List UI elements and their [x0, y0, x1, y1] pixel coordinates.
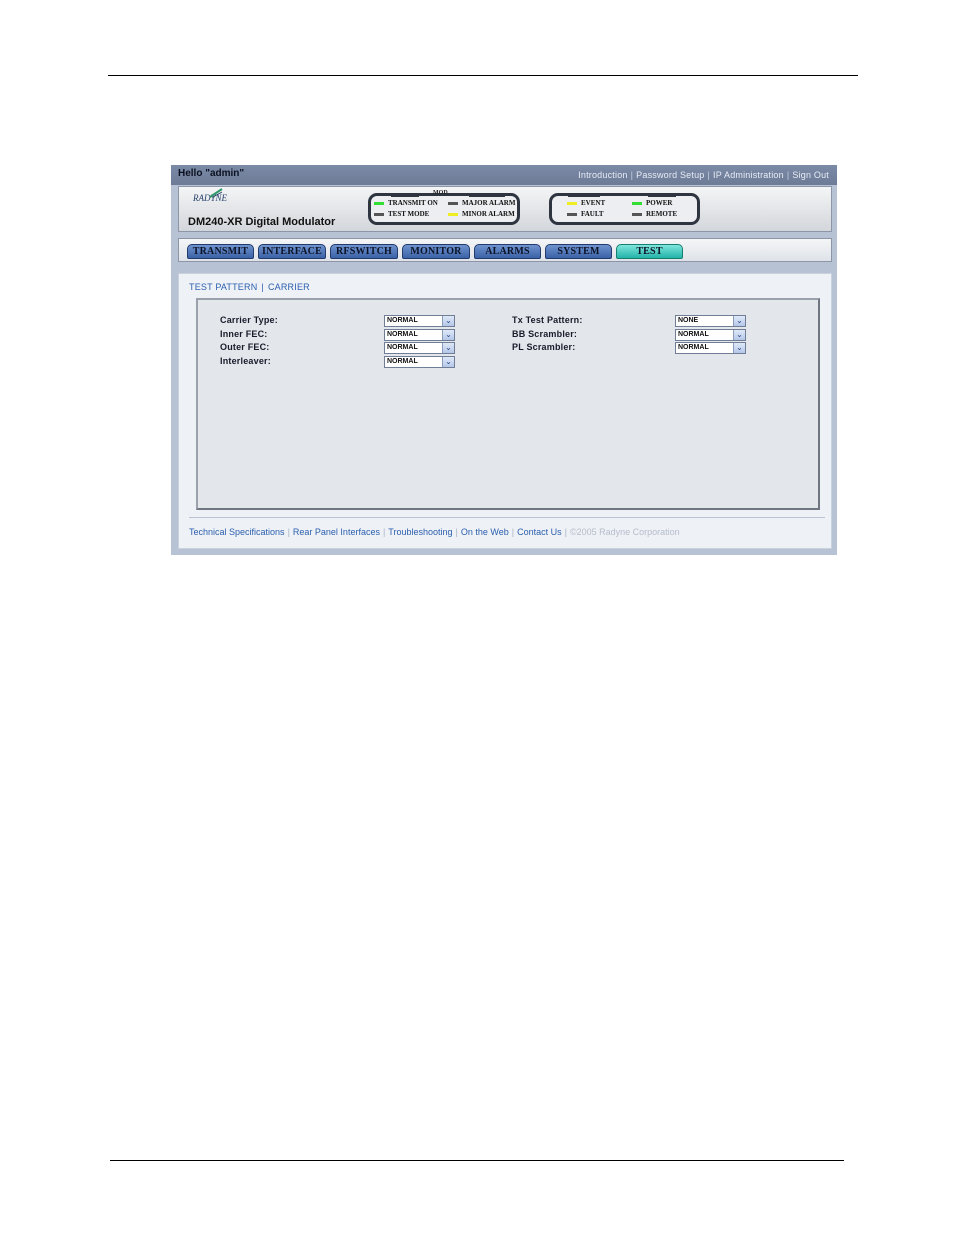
content-area: TEST PATTERN | CARRIER Carrier Type: NORMA…	[178, 273, 832, 549]
led-label: REMOTE	[646, 210, 678, 218]
introduction-link[interactable]: Introduction	[578, 170, 627, 180]
separator: |	[707, 170, 711, 180]
on-the-web-link[interactable]: On the Web	[461, 527, 509, 537]
pl-scrambler-select[interactable]: NORMAL ⌄	[675, 342, 746, 354]
tab-alarms[interactable]: ALARMS	[474, 244, 541, 259]
interleaver-label: Interleaver:	[220, 356, 271, 366]
status-led-group: EVENT POWER FAULT REMOTE	[549, 193, 700, 225]
tab-rfswitch[interactable]: RFSWITCH	[330, 244, 398, 259]
led-indicator	[567, 212, 577, 216]
led-indicator	[374, 212, 384, 216]
led-remote: REMOTE	[632, 210, 677, 218]
led-label: EVENT	[581, 199, 606, 207]
select-value: NONE	[678, 317, 699, 324]
led-label: POWER	[646, 199, 673, 207]
chevron-down-icon: ⌄	[442, 343, 454, 353]
carrier-type-select[interactable]: NORMAL ⌄	[384, 315, 455, 327]
select-value: NORMAL	[678, 331, 709, 338]
led-transmit-on: TRANSMIT ON	[374, 199, 438, 207]
settings-form: Carrier Type: NORMAL ⌄ Inner FEC: NORMAL…	[196, 298, 820, 510]
tab-transmit[interactable]: TRANSMIT	[187, 244, 254, 259]
copyright: ©2005 Radyne Corporation	[569, 527, 680, 537]
select-value: NORMAL	[387, 344, 418, 351]
troubleshooting-link[interactable]: Troubleshooting	[388, 527, 452, 537]
top-bar: Hello "admin" Introduction | Password Setu…	[171, 165, 837, 185]
separator: |	[287, 527, 290, 537]
page-header-rule	[108, 75, 858, 76]
led-indicator	[632, 201, 642, 205]
led-major-alarm: MAJOR ALARM	[448, 199, 515, 207]
chevron-down-icon: ⌄	[442, 316, 454, 326]
led-event: EVENT	[567, 199, 605, 207]
chevron-down-icon: ⌄	[733, 343, 745, 353]
outer-fec-label: Outer FEC:	[220, 342, 270, 352]
product-name: DM240-XR Digital Modulator	[188, 216, 336, 228]
contact-us-link[interactable]: Contact Us	[517, 527, 562, 537]
rear-panel-interfaces-link[interactable]: Rear Panel Interfaces	[293, 527, 380, 537]
led-test-mode: TEST MODE	[374, 210, 429, 218]
tab-system[interactable]: SYSTEM	[545, 244, 612, 259]
select-value: NORMAL	[387, 358, 418, 365]
select-value: NORMAL	[387, 317, 418, 324]
technical-specifications-link[interactable]: Technical Specifications	[189, 527, 285, 537]
logo-swoosh-icon	[209, 188, 223, 198]
led-indicator	[374, 201, 384, 205]
separator: |	[564, 527, 567, 537]
chevron-down-icon: ⌄	[733, 330, 745, 340]
separator: |	[630, 170, 634, 180]
led-indicator	[448, 212, 458, 216]
led-indicator	[448, 201, 458, 205]
greeting: Hello "admin"	[178, 168, 245, 179]
header-panel: RADYNE DM240-XR Digital Modulator MOD TR…	[178, 186, 832, 232]
inner-fec-select[interactable]: NORMAL ⌄	[384, 329, 455, 341]
select-value: NORMAL	[387, 331, 418, 338]
interleaver-select[interactable]: NORMAL ⌄	[384, 356, 455, 368]
outer-fec-select[interactable]: NORMAL ⌄	[384, 342, 455, 354]
led-label: TRANSMIT ON	[388, 199, 438, 207]
bb-scrambler-label: BB Scrambler:	[512, 329, 578, 339]
led-label: FAULT	[581, 210, 604, 218]
footer-links: Technical Specifications | Rear Panel Inte…	[189, 527, 680, 537]
ip-administration-link[interactable]: IP Administration	[713, 170, 784, 180]
led-fault: FAULT	[567, 210, 604, 218]
carrier-type-label: Carrier Type:	[220, 315, 278, 325]
password-setup-link[interactable]: Password Setup	[636, 170, 704, 180]
led-label: TEST MODE	[388, 210, 430, 218]
mod-led-group: MOD TRANSMIT ON MAJOR ALARM TEST MODE MI…	[368, 190, 520, 225]
mod-title: MOD	[433, 190, 448, 196]
select-value: NORMAL	[678, 344, 709, 351]
chevron-down-icon: ⌄	[733, 316, 745, 326]
pl-scrambler-label: PL Scrambler:	[512, 342, 576, 352]
sub-navigation: TEST PATTERN | CARRIER	[189, 282, 310, 292]
chevron-down-icon: ⌄	[442, 357, 454, 367]
main-tabs: TRANSMIT INTERFACE RFSWITCH MONITOR ALAR…	[178, 238, 832, 262]
separator: |	[786, 170, 790, 180]
tab-monitor[interactable]: MONITOR	[402, 244, 470, 259]
browser-ui: Hello "admin" Introduction | Password Setu…	[171, 165, 837, 555]
led-label: MINOR ALARM	[462, 210, 515, 218]
led-label: MAJOR ALARM	[462, 199, 516, 207]
tx-test-pattern-label: Tx Test Pattern:	[512, 315, 583, 325]
led-indicator	[632, 212, 642, 216]
tx-test-pattern-select[interactable]: NONE ⌄	[675, 315, 746, 327]
separator: |	[382, 527, 386, 537]
separator: |	[261, 282, 264, 292]
separator: |	[511, 527, 515, 537]
footer-divider	[189, 517, 825, 518]
test-pattern-link[interactable]: TEST PATTERN	[189, 282, 257, 292]
led-power: POWER	[632, 199, 672, 207]
carrier-link[interactable]: CARRIER	[268, 282, 310, 292]
tab-test[interactable]: TEST	[616, 244, 683, 259]
tab-interface[interactable]: INTERFACE	[258, 244, 326, 259]
bb-scrambler-select[interactable]: NORMAL ⌄	[675, 329, 746, 341]
led-indicator	[567, 201, 577, 205]
page-footer-rule	[110, 1160, 844, 1161]
sign-out-link[interactable]: Sign Out	[792, 170, 829, 180]
separator: |	[455, 527, 458, 537]
led-minor-alarm: MINOR ALARM	[448, 210, 515, 218]
chevron-down-icon: ⌄	[442, 330, 454, 340]
top-links: Introduction | Password Setup | IP Administr…	[578, 170, 829, 180]
inner-fec-label: Inner FEC:	[220, 329, 268, 339]
